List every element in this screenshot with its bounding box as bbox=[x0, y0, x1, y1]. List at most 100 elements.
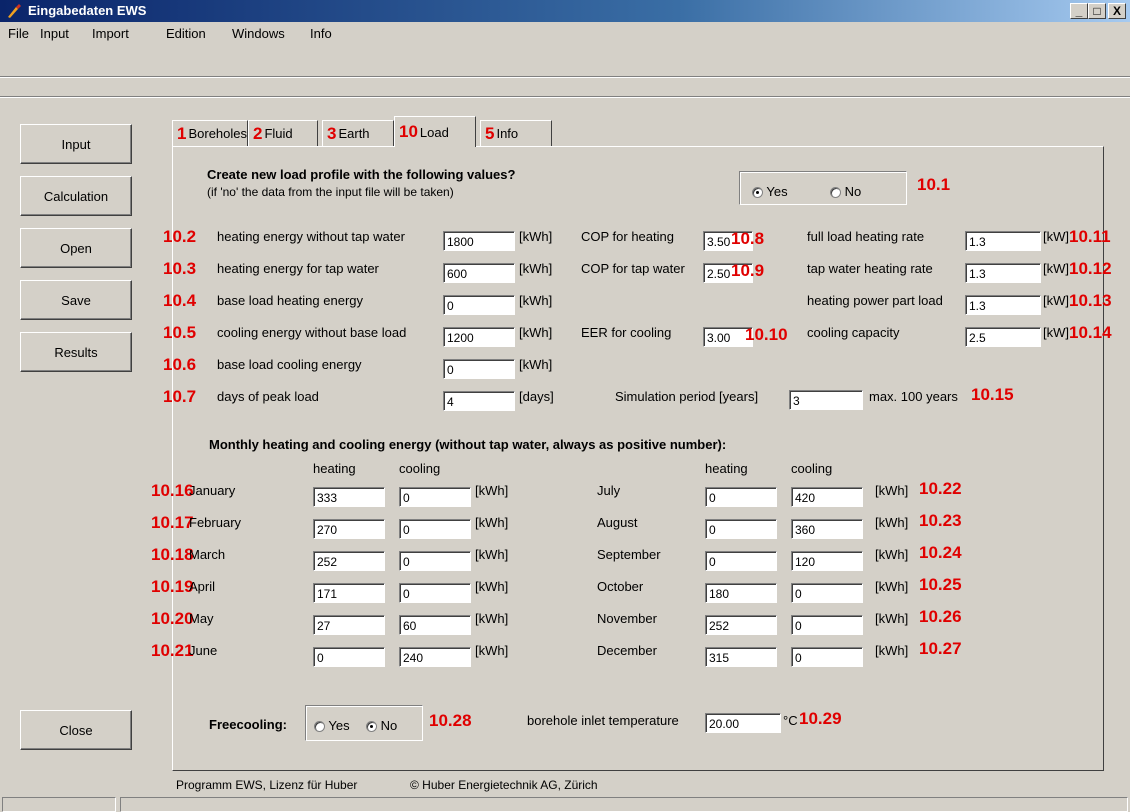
right-field-input[interactable]: 2.5 bbox=[965, 327, 1041, 347]
month-cooling-input[interactable]: 120 bbox=[791, 551, 863, 571]
annotation-10-1: 10.1 bbox=[917, 175, 951, 194]
tab-number: 3 bbox=[327, 123, 337, 143]
annotation-left-1: 10.3 bbox=[163, 259, 197, 278]
close-button[interactable]: Close bbox=[20, 710, 132, 750]
month-heating-input[interactable]: 252 bbox=[313, 551, 385, 571]
annotation-month-right: 10.24 bbox=[919, 543, 962, 562]
freecooling-no-option[interactable]: No bbox=[366, 718, 397, 733]
freecooling-label: Freecooling: bbox=[209, 717, 288, 732]
month-heating-input[interactable]: 27 bbox=[313, 615, 385, 635]
month-heating-input[interactable]: 333 bbox=[313, 487, 385, 507]
right-field-input[interactable]: 1.3 bbox=[965, 231, 1041, 251]
month-cooling-input[interactable]: 360 bbox=[791, 519, 863, 539]
month-unit: [kWh] bbox=[875, 547, 909, 562]
left-field-input[interactable]: 0 bbox=[443, 295, 515, 315]
close-window-button[interactable]: X bbox=[1108, 3, 1126, 19]
annotation-right-2: 10.13 bbox=[1069, 291, 1112, 310]
left-field-input[interactable]: 0 bbox=[443, 359, 515, 379]
month-cooling-input[interactable]: 0 bbox=[791, 615, 863, 635]
profile-radio-group: Yes No bbox=[739, 171, 907, 205]
month-label: December bbox=[597, 643, 657, 658]
left-field-input[interactable]: 1800 bbox=[443, 231, 515, 251]
freecooling-yes-option[interactable]: Yes bbox=[314, 718, 350, 733]
month-cooling-input[interactable]: 240 bbox=[399, 647, 471, 667]
calculation-button[interactable]: Calculation bbox=[20, 176, 132, 216]
month-unit: [kWh] bbox=[875, 579, 909, 594]
monthly-title: Monthly heating and cooling energy (with… bbox=[209, 437, 727, 452]
month-heating-input[interactable]: 0 bbox=[705, 519, 777, 539]
month-heating-input[interactable]: 171 bbox=[313, 583, 385, 603]
annotation-10-29: 10.29 bbox=[799, 709, 842, 728]
simulation-input[interactable]: 3 bbox=[789, 390, 863, 410]
month-unit: [kWh] bbox=[875, 611, 909, 626]
menu-file[interactable]: File bbox=[8, 26, 29, 41]
month-label: March bbox=[189, 547, 226, 562]
menu-edition[interactable]: Edition bbox=[166, 26, 206, 41]
left-field-unit: [kWh] bbox=[519, 357, 553, 372]
tab-label: Boreholes bbox=[188, 126, 248, 141]
left-field-label: cooling energy without base load bbox=[217, 325, 407, 340]
mid-field-label: EER for cooling bbox=[581, 325, 672, 340]
month-heating-input[interactable]: 315 bbox=[705, 647, 777, 667]
simulation-max: max. 100 years bbox=[869, 389, 958, 404]
maximize-button[interactable]: □ bbox=[1088, 3, 1106, 19]
month-label: July bbox=[597, 483, 621, 498]
month-heating-input[interactable]: 0 bbox=[705, 551, 777, 571]
tab-boreholes[interactable]: 1 Boreholes bbox=[172, 120, 248, 146]
right-field-unit: [kW] bbox=[1043, 325, 1069, 340]
inlet-temperature-input[interactable]: 20.00 bbox=[705, 713, 781, 733]
menu-import[interactable]: Import bbox=[92, 26, 129, 41]
tab-number: 1 bbox=[177, 123, 187, 143]
tab-number: 10 bbox=[399, 122, 418, 141]
left-field-unit: [days] bbox=[519, 389, 554, 404]
tab-load[interactable]: 10 Load bbox=[394, 116, 476, 147]
window-title: Eingabedaten EWS bbox=[28, 3, 147, 18]
right-field-label: full load heating rate bbox=[807, 229, 925, 244]
annotation-month-left: 10.20 bbox=[151, 609, 194, 628]
mid-field-label: COP for tap water bbox=[581, 261, 685, 276]
profile-no-option[interactable]: No bbox=[830, 184, 861, 199]
left-field-label: base load cooling energy bbox=[217, 357, 362, 372]
menu-info[interactable]: Info bbox=[310, 26, 332, 41]
profile-yes-option[interactable]: Yes bbox=[752, 184, 788, 199]
radio-yes[interactable] bbox=[752, 187, 763, 199]
right-field-input[interactable]: 1.3 bbox=[965, 263, 1041, 283]
month-heating-input[interactable]: 0 bbox=[313, 647, 385, 667]
radio-no-label: No bbox=[844, 184, 862, 199]
freecooling-radio-no[interactable] bbox=[366, 721, 377, 733]
freecooling-radio-yes[interactable] bbox=[314, 721, 325, 733]
profile-note: (if 'no' the data from the input file wi… bbox=[207, 185, 454, 199]
input-button[interactable]: Input bbox=[20, 124, 132, 164]
save-button[interactable]: Save bbox=[20, 280, 132, 320]
month-cooling-input[interactable]: 420 bbox=[791, 487, 863, 507]
open-button[interactable]: Open bbox=[20, 228, 132, 268]
menu-windows[interactable]: Windows bbox=[232, 26, 285, 41]
month-heating-input[interactable]: 252 bbox=[705, 615, 777, 635]
right-field-input[interactable]: 1.3 bbox=[965, 295, 1041, 315]
month-cooling-input[interactable]: 0 bbox=[791, 647, 863, 667]
menu-input[interactable]: Input bbox=[40, 26, 69, 41]
month-heating-input[interactable]: 0 bbox=[705, 487, 777, 507]
annotation-left-4: 10.6 bbox=[163, 355, 197, 374]
left-field-input[interactable]: 1200 bbox=[443, 327, 515, 347]
month-cooling-input[interactable]: 0 bbox=[399, 583, 471, 603]
month-cooling-input[interactable]: 60 bbox=[399, 615, 471, 635]
freecooling-no-label: No bbox=[380, 718, 398, 733]
annotation-month-left: 10.18 bbox=[151, 545, 194, 564]
tab-earth[interactable]: 3 Earth bbox=[322, 120, 394, 146]
month-label: October bbox=[597, 579, 644, 594]
month-cooling-input[interactable]: 0 bbox=[399, 487, 471, 507]
tab-label: Fluid bbox=[264, 126, 293, 141]
left-field-input[interactable]: 4 bbox=[443, 391, 515, 411]
minimize-button[interactable]: _ bbox=[1070, 3, 1088, 19]
month-cooling-input[interactable]: 0 bbox=[399, 519, 471, 539]
month-heating-input[interactable]: 180 bbox=[705, 583, 777, 603]
results-button[interactable]: Results bbox=[20, 332, 132, 372]
tab-fluid[interactable]: 2 Fluid bbox=[248, 120, 318, 146]
left-field-input[interactable]: 600 bbox=[443, 263, 515, 283]
tab-info[interactable]: 5 Info bbox=[480, 120, 552, 146]
month-cooling-input[interactable]: 0 bbox=[399, 551, 471, 571]
radio-no[interactable] bbox=[830, 187, 841, 199]
month-heating-input[interactable]: 270 bbox=[313, 519, 385, 539]
month-cooling-input[interactable]: 0 bbox=[791, 583, 863, 603]
